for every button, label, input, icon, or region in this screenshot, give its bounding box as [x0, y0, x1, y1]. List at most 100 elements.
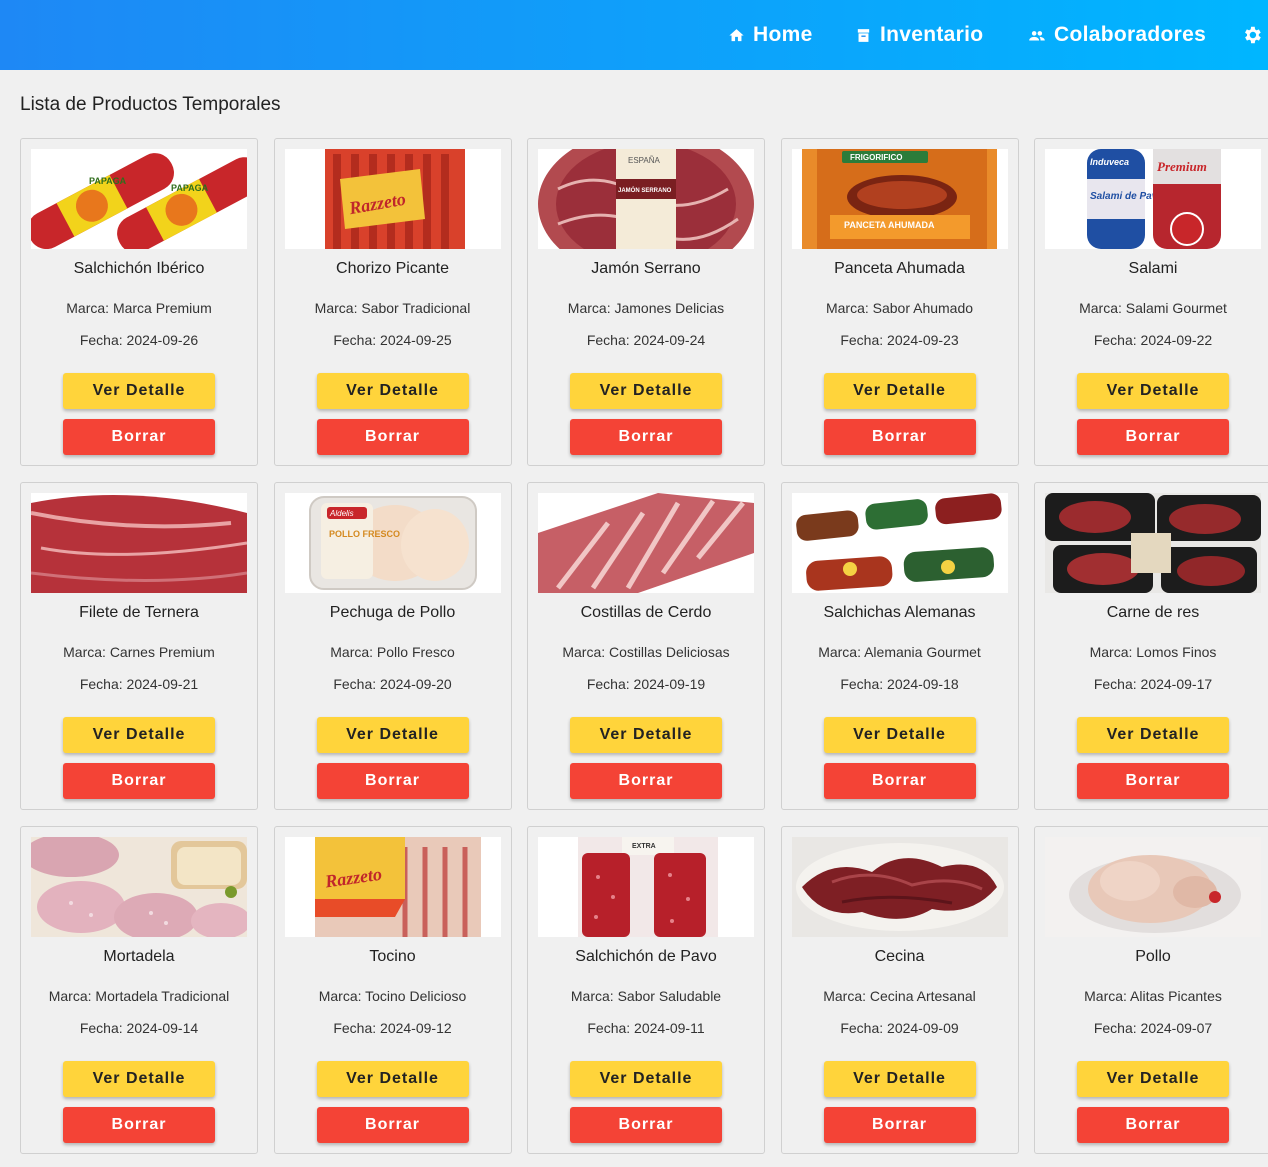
product-card: Aldelis POLLO FRESCO Pechuga de Pollo Ma…	[273, 482, 512, 810]
product-card: Razzeto Chorizo Picante Marca: Sabor Tra…	[273, 138, 512, 466]
settings-button[interactable]	[1241, 0, 1268, 70]
nav-collaborators[interactable]: Colaboradores	[1028, 0, 1206, 70]
delete-button[interactable]: Borrar	[63, 763, 215, 799]
product-brand: Marca: Cecina Artesanal	[823, 988, 976, 1004]
product-date: Fecha: 2024-09-25	[333, 332, 452, 348]
product-brand: Marca: Sabor Saludable	[570, 988, 722, 1004]
product-image: Aldelis POLLO FRESCO	[284, 493, 501, 593]
product-card: Induveca Salami de Pavo Premium Salami M…	[1034, 138, 1268, 466]
gear-icon	[1245, 26, 1261, 44]
product-name: Salchichón Ibérico	[73, 260, 205, 277]
view-detail-button[interactable]: Ver Detalle	[63, 373, 215, 409]
view-detail-button[interactable]: Ver Detalle	[823, 1061, 976, 1097]
svg-text:PAPAGA: PAPAGA	[89, 176, 127, 186]
product-name: Carne de res	[1106, 604, 1200, 621]
product-name: Salami	[1128, 260, 1178, 277]
product-card: Razzeto Tocino Marca: Tocino Delicioso F…	[273, 826, 512, 1154]
delete-button[interactable]: Borrar	[570, 419, 722, 455]
svg-text:PAPAGA: PAPAGA	[171, 183, 209, 193]
product-image	[791, 493, 1008, 593]
svg-text:Salami de Pavo: Salami de Pavo	[1090, 191, 1163, 202]
svg-text:EXTRA: EXTRA	[632, 843, 656, 850]
svg-text:FRIGORIFICO: FRIGORIFICO	[850, 153, 902, 162]
delete-button[interactable]: Borrar	[823, 1107, 976, 1143]
delete-button[interactable]: Borrar	[570, 763, 722, 799]
view-detail-button[interactable]: Ver Detalle	[1077, 373, 1229, 409]
product-brand: Marca: Carnes Premium	[63, 644, 215, 660]
product-date: Fecha: 2024-09-14	[79, 1020, 199, 1036]
product-date: Fecha: 2024-09-23	[840, 332, 959, 348]
nav-inventory[interactable]: Inventario	[855, 0, 983, 70]
product-brand: Marca: Pollo Fresco	[330, 644, 455, 660]
product-date: Fecha: 2024-09-21	[79, 676, 199, 692]
product-image	[31, 493, 247, 593]
view-detail-button[interactable]: Ver Detalle	[63, 1061, 215, 1097]
product-name: Costillas de Cerdo	[580, 604, 712, 621]
delete-button[interactable]: Borrar	[1077, 419, 1229, 455]
svg-text:Premium: Premium	[1157, 159, 1207, 174]
product-image	[538, 493, 754, 593]
view-detail-button[interactable]: Ver Detalle	[1077, 1061, 1229, 1097]
nav-inventory-label: Inventario	[880, 23, 984, 46]
view-detail-button[interactable]: Ver Detalle	[316, 717, 469, 753]
product-brand: Marca: Alemania Gourmet	[818, 644, 981, 660]
view-detail-button[interactable]: Ver Detalle	[316, 373, 469, 409]
view-detail-button[interactable]: Ver Detalle	[570, 373, 722, 409]
product-brand: Marca: Marca Premium	[66, 300, 212, 316]
product-card: FRIGORIFICO PANCETA AHUMADA Panceta Ahum…	[780, 138, 1019, 466]
product-name: Mortadela	[103, 948, 175, 965]
product-date: Fecha: 2024-09-12	[333, 1020, 452, 1036]
nav-home[interactable]: Home	[728, 0, 813, 70]
product-date: Fecha: 2024-09-24	[586, 332, 706, 348]
product-brand: Marca: Costillas Deliciosas	[562, 644, 730, 660]
product-card: Pollo Marca: Alitas Picantes Fecha: 2024…	[1034, 826, 1268, 1154]
view-detail-button[interactable]: Ver Detalle	[316, 1061, 469, 1097]
delete-button[interactable]: Borrar	[316, 1107, 469, 1143]
view-detail-button[interactable]: Ver Detalle	[570, 717, 722, 753]
product-image	[1045, 493, 1261, 593]
nav-home-label: Home	[753, 23, 813, 46]
product-card: PAPAGA PAPAGA Salchichón Ibérico Marca: …	[20, 138, 258, 466]
product-brand: Marca: Tocino Delicioso	[318, 988, 467, 1004]
svg-text:ESPAÑA: ESPAÑA	[628, 156, 661, 165]
home-icon	[729, 28, 744, 41]
delete-button[interactable]: Borrar	[823, 763, 976, 799]
product-date: Fecha: 2024-09-09	[840, 1020, 959, 1036]
product-name: Cecina	[874, 948, 925, 965]
product-card: Costillas de Cerdo Marca: Costillas Deli…	[527, 482, 765, 810]
product-brand: Marca: Sabor Ahumado	[825, 300, 974, 316]
product-image	[31, 837, 247, 937]
delete-button[interactable]: Borrar	[316, 419, 469, 455]
delete-button[interactable]: Borrar	[316, 763, 469, 799]
delete-button[interactable]: Borrar	[63, 1107, 215, 1143]
product-name: Jamón Serrano	[591, 260, 701, 277]
product-brand: Marca: Alitas Picantes	[1084, 988, 1222, 1004]
delete-button[interactable]: Borrar	[1077, 1107, 1229, 1143]
delete-button[interactable]: Borrar	[1077, 763, 1229, 799]
view-detail-button[interactable]: Ver Detalle	[570, 1061, 722, 1097]
svg-text:Aldelis: Aldelis	[329, 509, 354, 518]
product-brand: Marca: Salami Gourmet	[1079, 300, 1227, 316]
product-card: EXTRA Salchichón de Pavo Marca: Sabor Sa…	[527, 826, 765, 1154]
product-image: Razzeto	[284, 149, 501, 249]
svg-text:JAMÓN SERRANO: JAMÓN SERRANO	[618, 186, 672, 194]
product-name: Pechuga de Pollo	[329, 604, 456, 621]
view-detail-button[interactable]: Ver Detalle	[823, 717, 976, 753]
product-date: Fecha: 2024-09-20	[333, 676, 452, 692]
view-detail-button[interactable]: Ver Detalle	[63, 717, 215, 753]
delete-button[interactable]: Borrar	[570, 1107, 722, 1143]
svg-text:Induveca: Induveca	[1090, 157, 1129, 167]
product-image	[791, 837, 1008, 937]
product-date: Fecha: 2024-09-07	[1093, 1020, 1213, 1036]
delete-button[interactable]: Borrar	[823, 419, 976, 455]
product-brand: Marca: Jamones Delicias	[567, 300, 725, 316]
product-card: Cecina Marca: Cecina Artesanal Fecha: 20…	[780, 826, 1019, 1154]
view-detail-button[interactable]: Ver Detalle	[823, 373, 976, 409]
delete-button[interactable]: Borrar	[63, 419, 215, 455]
product-image: FRIGORIFICO PANCETA AHUMADA	[791, 149, 1008, 249]
product-card: Carne de res Marca: Lomos Finos Fecha: 2…	[1034, 482, 1268, 810]
view-detail-button[interactable]: Ver Detalle	[1077, 717, 1229, 753]
svg-text:PANCETA AHUMADA: PANCETA AHUMADA	[844, 220, 935, 230]
inventory-icon	[857, 28, 870, 42]
product-date: Fecha: 2024-09-17	[1093, 676, 1213, 692]
